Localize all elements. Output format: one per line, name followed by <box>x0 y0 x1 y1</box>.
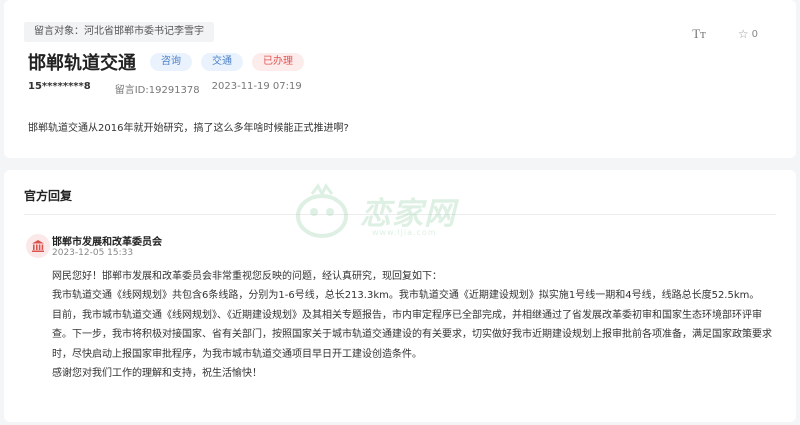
reply-paragraph: 目前，我市城市轨道交通《线网规划》、《近期建设规划》及其相关专题报告，市内审定程… <box>52 309 772 360</box>
font-size-icon[interactable]: Tт <box>692 26 706 42</box>
watermark-text: 恋家网 <box>360 196 456 232</box>
reply-card: 官方回复 恋家网 www.ljia.com 邯郸市发展和改革委员会 2023-1… <box>4 170 796 422</box>
government-building-icon <box>26 234 50 258</box>
watermark-subtext: www.ljia.com <box>372 228 437 237</box>
reply-paragraph: 我市轨道交通《线网规划》共包含6条线路，分别为1-6号线，总长213.3km。我… <box>52 290 760 302</box>
reply-org-name: 邯郸市发展和改革委员会 <box>52 237 162 248</box>
message-tools: Tт ☆ 0 <box>692 26 758 42</box>
message-meta: 15********8 留言ID:19291378 2023-11-19 07:… <box>28 81 302 96</box>
reply-paragraph: 感谢您对我们工作的理解和支持，祝生活愉快！ <box>52 368 262 380</box>
message-time: 2023-11-19 07:19 <box>211 81 302 92</box>
field-tag: 交通 <box>201 53 243 71</box>
reply-heading: 官方回复 <box>24 189 73 203</box>
category-tag: 咨询 <box>150 53 192 71</box>
star-icon: ☆ <box>737 27 749 41</box>
divider <box>24 214 776 215</box>
message-id: 留言ID:19291378 <box>114 85 200 96</box>
reply-paragraph: 网民您好！邯郸市发展和改革委员会非常重视您反映的问题，经认真研究，现回复如下： <box>52 271 442 282</box>
watermark: 恋家网 www.ljia.com <box>292 182 502 242</box>
reply-date: 2023-12-05 15:33 <box>52 248 134 258</box>
favorite-button[interactable]: ☆ 0 <box>738 27 758 41</box>
message-user: 15********8 <box>28 81 91 92</box>
watermark-logo-icon <box>296 183 348 238</box>
reply-body: 网民您好！邯郸市发展和改革委员会非常重视您反映的问题，经认真研究，现回复如下： … <box>52 267 780 383</box>
message-target: 留言对象：河北省邯郸市委书记李雪宇 <box>24 22 214 42</box>
message-title: 邯郸轨道交通 <box>28 53 136 74</box>
favorite-count: 0 <box>751 28 758 40</box>
message-content: 邯郸轨道交通从2016年就开始研究，搞了这么多年啥时候能正式推进啊? <box>28 123 349 134</box>
status-badge: 已办理 <box>252 53 304 71</box>
message-card: 留言对象：河北省邯郸市委书记李雪宇 Tт ☆ 0 邯郸轨道交通 咨询 交通 已办… <box>4 0 796 158</box>
title-row: 邯郸轨道交通 咨询 交通 已办理 <box>28 49 313 75</box>
